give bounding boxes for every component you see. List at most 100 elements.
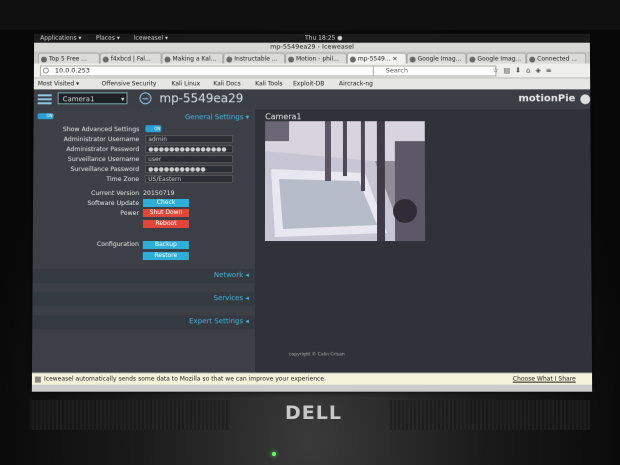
url-bar[interactable]: 10.0.0.253 [40,66,380,77]
window-title: mp-5549ea29 - Iceweasel [34,43,590,52]
camera-select[interactable]: Camera1 [58,92,128,104]
tab-label: Google Imag... [418,56,462,63]
info-icon[interactable] [43,68,49,74]
favicon-icon [350,57,356,63]
dell-logo: DELL [285,402,342,424]
tab[interactable]: Making a Kal... [162,53,224,64]
search-input[interactable]: Search [373,66,497,77]
toolbar-icons: ☆▤⬇⌂◈≡ [492,67,556,75]
bookmark-kali-linux[interactable]: Kali Linux [171,78,200,89]
tab-label: Connected ... [537,56,577,63]
network-section[interactable]: Network ◂ [33,269,255,283]
remove-camera-icon[interactable] [139,92,151,104]
reading-list-icon[interactable]: ▤ [504,67,516,75]
tab-label: Instructable ... [234,56,277,63]
configuration-label: Configuration [33,241,139,248]
bookmark-aircrack-ng[interactable]: Aircrack-ng [339,78,373,89]
tab-label: f4xbcd | Fal... [111,56,151,63]
general-settings-header[interactable]: General Settings ▾ [185,113,249,121]
tab-bar: Top 5 Free ... f4xbcd | Fal... Making a … [34,52,590,64]
restore-button[interactable]: Restore [143,252,189,260]
brand-logo-text: motionPie [518,93,575,104]
gnome-top-bar: Applications ▾ Places ▾ Iceweasel ▾ Thu … [34,34,590,43]
tab-label: Top 5 Free ... [49,56,87,63]
software-update-label: Software Update [33,200,139,207]
power-led [272,452,276,456]
tab[interactable]: Top 5 Free ... [38,53,100,64]
check-button[interactable]: Check [143,199,189,207]
surveillance-username-field[interactable]: user [145,155,233,163]
power-label: Power [33,210,139,217]
bookmark-exploit-db[interactable]: Exploit-DB [293,78,324,89]
favicon-icon [410,57,416,63]
tab[interactable]: Connected ... [526,53,586,64]
bookmark-most-visited[interactable]: Most Visited ▾ [38,78,79,89]
favicon-icon [469,57,475,63]
backup-button[interactable]: Backup [143,241,189,249]
search-placeholder: Search [386,67,408,75]
tab-label: Google Imag... [477,56,521,63]
star-icon[interactable]: ☆ [492,67,503,75]
bookmark-kali-docs[interactable]: Kali Docs [213,78,240,89]
hamburger-menu-icon[interactable] [38,94,52,104]
favicon-icon [165,57,171,63]
shutdown-button[interactable]: Shut Down [143,209,189,217]
bookmark-offensive-security[interactable]: Offensive Security [102,78,157,89]
download-icon[interactable]: ⬇ [515,67,526,75]
home-icon[interactable]: ⌂ [526,67,535,75]
tab-label: Making a Kal... [172,56,216,63]
admin-username-field[interactable]: admin [145,135,233,143]
tab[interactable]: Google Imag... [466,53,526,64]
timezone-label: Time Zone [33,176,139,183]
camera-controls [381,113,417,121]
services-header: Services ◂ [214,294,249,302]
brand-logo-icon [580,94,590,104]
navigation-bar: 10.0.0.253 Search ☆▤⬇⌂◈≡ [34,64,590,79]
show-advanced-toggle[interactable]: ON [145,125,161,132]
settings-toggle[interactable]: ON [38,113,54,119]
tab[interactable]: Google Imag... [407,53,467,64]
applications-menu[interactable]: Applications ▾ [40,34,81,43]
favicon-icon [529,57,535,63]
speaker-grille-right [390,400,590,430]
clock[interactable]: Thu 18:25 ● [305,34,342,43]
tab[interactable]: f4xbcd | Fal... [100,53,162,64]
settings-panel: ON General Settings ▾ Show Advanced Sett… [32,109,255,372]
laptop-screen: Applications ▾ Places ▾ Iceweasel ▾ Thu … [32,34,592,392]
favicon-icon [226,57,232,63]
bookmark-kali-tools[interactable]: Kali Tools [255,78,282,89]
expert-settings-header: Expert Settings ◂ [189,317,249,325]
surveillance-username-label: Surveillance Username [33,156,139,163]
url-text: 10.0.0.253 [55,67,90,75]
laptop-bezel-top [0,0,620,30]
camera-feed[interactable] [265,121,425,241]
camera-feed-image [265,121,425,241]
surveillance-password-label: Surveillance Password [33,166,139,173]
tab[interactable]: Motion - phil... [285,53,347,64]
favicon-icon [41,57,47,63]
network-header: Network ◂ [214,271,249,279]
hostname-title: mp-5549ea29 [159,91,243,105]
show-advanced-label: Show Advanced Settings [34,126,140,133]
app-menu[interactable]: Iceweasel ▾ [134,34,168,43]
status-bar [32,385,592,392]
expert-settings-section[interactable]: Expert Settings ◂ [32,315,255,329]
tab-label: Motion - phil... [296,56,339,63]
camera-title: Camera1 [265,112,301,121]
admin-username-label: Administrator Username [33,136,139,143]
current-version-value: 20150719 [143,190,175,197]
tab-label: mp-5549... × [358,56,398,63]
places-menu[interactable]: Places ▾ [96,34,120,43]
copyright-text: copyright © Calin Crisan [289,352,345,357]
services-section[interactable]: Services ◂ [32,292,255,306]
surveillance-password-field[interactable]: ●●●●●●●●●●● [145,165,233,173]
shield-icon[interactable]: ◈ [535,67,545,75]
admin-password-field[interactable]: ●●●●●●●●●●●●●●● [145,145,233,153]
reboot-button[interactable]: Reboot [143,220,189,228]
info-icon [35,377,41,383]
tab-active[interactable]: mp-5549... × [347,53,407,64]
motionpie-app: Camera1 mp-5549ea29 motionPie ON General… [32,89,592,372]
menu-icon[interactable]: ≡ [546,67,557,75]
timezone-select[interactable]: US/Eastern [145,175,233,183]
tab[interactable]: Instructable ... [223,53,285,64]
